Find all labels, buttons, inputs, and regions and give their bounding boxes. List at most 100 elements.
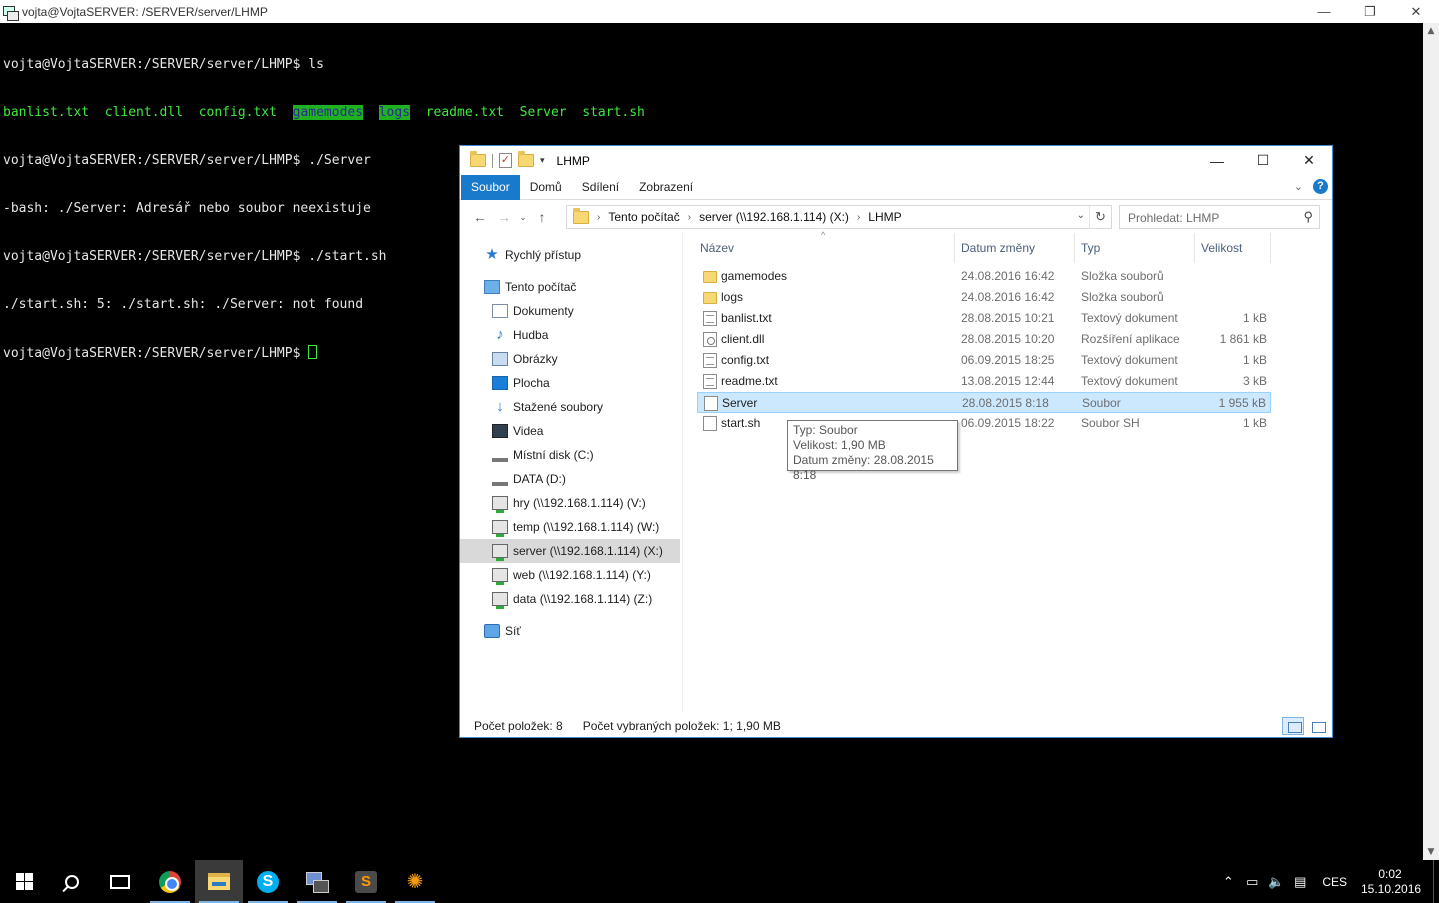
taskbar-file-explorer[interactable] [195,860,243,903]
pane-divider[interactable] [682,233,683,713]
nav-item-data-z[interactable]: data (\\192.168.1.114) (Z:) [460,587,680,611]
file-size: 1 955 kB [1218,396,1266,410]
back-arrow-icon[interactable]: ← [468,209,492,225]
show-hidden-icons-chevron-icon[interactable]: ⌃ [1216,874,1240,890]
tooltip-type: Typ: Soubor [793,423,858,437]
nav-item-hry-v[interactable]: hry (\\192.168.1.114) (V:) [460,491,680,515]
nav-item-quick-access[interactable]: ★ Rychlý přístup [460,243,680,267]
action-center-icon[interactable]: ▤ [1288,874,1312,890]
task-view-button[interactable] [96,860,144,903]
explorer-close-button[interactable]: ✕ [1286,146,1332,175]
terminal-scrollbar[interactable]: ▲ ▼ [1423,23,1439,860]
file-icon [703,416,717,431]
new-folder-icon[interactable] [518,151,534,167]
text-file-icon [703,311,717,326]
nav-item-network[interactable]: Síť [460,619,680,643]
file-row[interactable]: gamemodes 24.08.2016 16:42 Složka soubor… [697,266,1271,287]
breadcrumb-chevron-icon[interactable]: › [597,212,600,223]
breadcrumb-chevron-icon[interactable]: › [688,212,691,223]
file-row[interactable]: logs 24.08.2016 16:42 Složka souborů [697,287,1271,308]
recent-locations-icon[interactable]: ⌄ [516,212,530,223]
file-row[interactable]: config.txt 06.09.2015 18:25 Textový doku… [697,350,1271,371]
putty-titlebar[interactable]: vojta@VojtaSERVER: /SERVER/server/LHMP —… [0,0,1439,23]
putty-restore-button[interactable]: ❐ [1347,0,1393,23]
tab-file[interactable]: Soubor [461,174,520,200]
search-button[interactable] [48,860,96,903]
tab-share[interactable]: Sdílení [572,175,629,200]
putty-close-button[interactable]: ✕ [1393,0,1439,23]
scroll-down-icon[interactable]: ▼ [1423,844,1439,860]
nav-item-local-disk-c[interactable]: Místní disk (C:) [460,443,680,467]
taskbar-chrome[interactable] [146,860,194,903]
large-icons-view-icon[interactable] [1306,717,1328,735]
breadcrumb-lhmp[interactable]: LHMP [868,210,901,224]
taskbar: S S ✺ ⌃ ▭ 🔈 ▤ CES 0:02 15.10.2016 [0,860,1439,903]
file-type: Složka souborů [1081,290,1164,304]
nav-item-this-pc[interactable]: Tento počítač [460,275,680,299]
skype-icon: S [257,870,279,893]
text-file-icon [703,374,717,389]
nav-item-server-x[interactable]: server (\\192.168.1.114) (X:) [460,539,680,563]
address-dropdown-icon[interactable]: ⌄ [1077,210,1085,221]
explorer-maximize-button[interactable]: ☐ [1240,146,1286,175]
network-icon[interactable]: ▭ [1240,874,1264,890]
explorer-titlebar[interactable]: ✓ ▾ LHMP — ☐ ✕ [460,146,1332,175]
help-icon[interactable]: ? [1313,179,1328,194]
volume-icon[interactable]: 🔈 [1264,874,1288,890]
chrome-icon [159,870,181,893]
tab-view[interactable]: Zobrazení [629,175,703,200]
properties-icon[interactable]: ✓ [499,153,512,168]
breadcrumb-server-drive[interactable]: server (\\192.168.1.114) (X:) [699,210,849,224]
column-name[interactable]: Název [697,233,955,263]
nav-item-temp-w[interactable]: temp (\\192.168.1.114) (W:) [460,515,680,539]
nav-item-data-d[interactable]: DATA (D:) [460,467,680,491]
nav-item-videos[interactable]: Videa [460,419,680,443]
clock[interactable]: 0:02 15.10.2016 [1361,867,1421,897]
file-row[interactable]: client.dll 28.08.2015 10:20 Rozšíření ap… [697,329,1271,350]
ls-item: readme.txt [425,105,504,120]
nav-item-web-y[interactable]: web (\\192.168.1.114) (Y:) [460,563,680,587]
navigation-pane: ★ Rychlý přístup Tento počítač Dokumenty … [460,233,682,713]
taskbar-skype[interactable]: S [244,860,292,903]
show-desktop-button[interactable] [1433,860,1439,903]
nav-item-pictures[interactable]: Obrázky [460,347,680,371]
nav-item-documents[interactable]: Dokumenty [460,299,680,323]
search-icon [65,874,79,889]
breadcrumb-chevron-icon[interactable]: › [857,212,860,223]
search-icon[interactable]: ⚲ [1303,209,1313,225]
file-row[interactable]: readme.txt 13.08.2015 12:44 Textový doku… [697,371,1271,392]
putty-app-icon[interactable] [2,4,19,21]
putty-minimize-button[interactable]: — [1301,0,1347,23]
taskbar-app[interactable]: ✺ [391,860,439,903]
file-row[interactable]: banlist.txt 28.08.2015 10:21 Textový dok… [697,308,1271,329]
expand-ribbon-icon[interactable]: ⌄ [1294,180,1303,193]
tab-home[interactable]: Domů [520,175,572,200]
nav-item-downloads[interactable]: ↓ Stažené soubory [460,395,680,419]
nav-item-music[interactable]: ♪ Hudba [460,323,680,347]
forward-arrow-icon[interactable]: → [492,209,516,225]
breadcrumb-this-pc[interactable]: Tento počítač [608,210,679,224]
explorer-minimize-button[interactable]: — [1194,146,1240,175]
column-date-modified[interactable]: Datum změny [958,233,1075,263]
refresh-icon[interactable]: ↻ [1089,206,1111,228]
start-button[interactable] [0,860,48,903]
scroll-up-icon[interactable]: ▲ [1423,23,1439,39]
column-type[interactable]: Typ [1078,233,1195,263]
address-bar[interactable]: › Tento počítač › server (\\192.168.1.11… [566,205,1112,229]
details-view-icon[interactable] [1282,717,1304,735]
up-arrow-icon[interactable]: ↑ [530,209,554,225]
input-language[interactable]: CES [1322,875,1347,889]
file-type: Složka souborů [1081,269,1164,283]
taskbar-sublime[interactable]: S [342,860,390,903]
nav-item-desktop[interactable]: Plocha [460,371,680,395]
nav-item-label: Hudba [513,328,549,342]
search-box[interactable]: Prohledat: LHMP ⚲ [1119,205,1320,229]
putty-window-title: vojta@VojtaSERVER: /SERVER/server/LHMP [22,4,268,19]
drive-icon [492,476,508,486]
file-row[interactable]: start.sh 06.09.2015 18:22 Soubor SH 1 kB [697,413,1271,434]
taskbar-putty[interactable] [293,860,341,903]
file-row-selected[interactable]: Server 28.08.2015 8:18 Soubor 1 955 kB [697,392,1271,413]
customize-dropdown-icon[interactable]: ▾ [540,155,545,166]
network-icon [484,624,500,638]
column-size[interactable]: Velikost [1198,233,1271,263]
